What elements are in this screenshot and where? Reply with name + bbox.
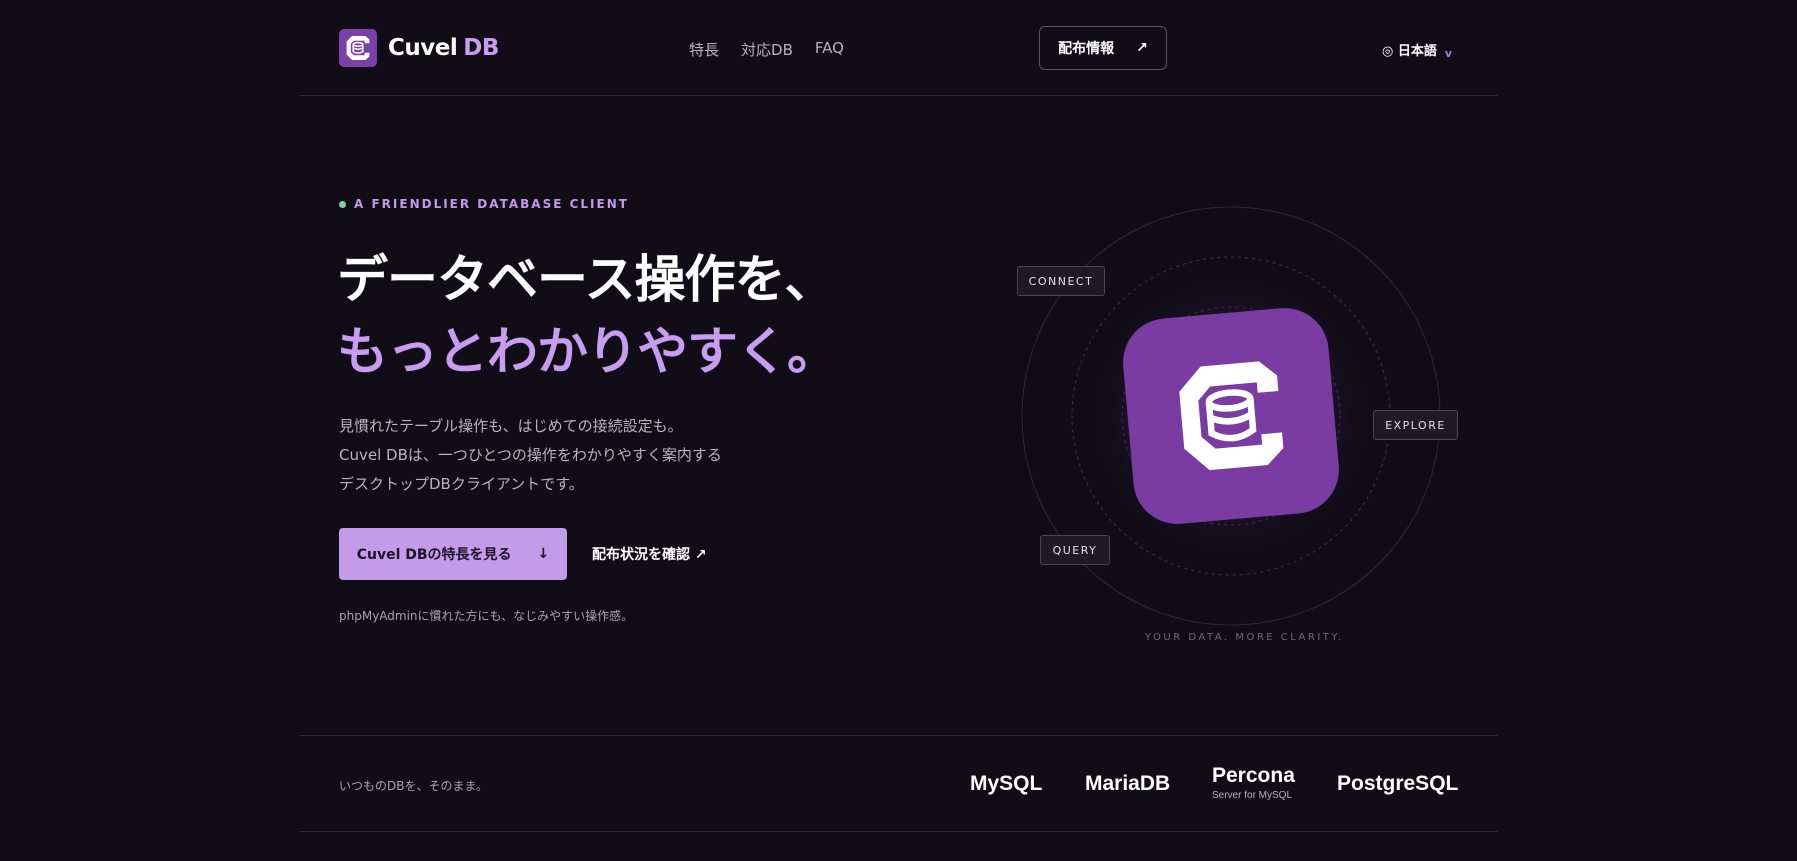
brand-name-part1: Cuvel — [388, 35, 458, 61]
connect-tag: CONNECT — [1017, 266, 1105, 296]
headline-line-1: データベース操作を、 — [337, 251, 835, 310]
brand-logo[interactable]: Cuvel DB — [339, 29, 499, 67]
supported-db-label: いつものDBを、そのまま。 — [339, 779, 488, 793]
db-logo-percona: Percona Server for MySQL — [1212, 764, 1295, 801]
db-logo-postgresql: PostgreSQL — [1337, 772, 1459, 795]
view-features-label: Cuvel DBの特長を見る — [356, 547, 512, 563]
distribution-info-label: 配布情報 — [1058, 41, 1115, 57]
query-tag: QUERY — [1040, 535, 1110, 565]
chevron-down-icon: v — [1444, 47, 1453, 60]
eyebrow-text: A FRIENDLIER DATABASE CLIENT — [354, 197, 629, 211]
db-logo-mysql: MySQL — [970, 772, 1043, 795]
db-logo-mariadb: MariaDB — [1085, 772, 1171, 795]
lead-line-2: Cuvel DBは、一つひとつの操作をわかりやすく案内する — [339, 446, 722, 464]
hero-eyebrow: A FRIENDLIER DATABASE CLIENT — [339, 197, 629, 211]
hero-headline: データベース操作を、 もっとわかりやすく。 — [337, 245, 838, 389]
arrow-down-icon: ↓ — [537, 546, 550, 562]
brand-name-part2: DB — [463, 35, 499, 61]
hero-note: phpMyAdminに慣れた方にも、なじみやすい操作感。 — [339, 609, 634, 623]
external-arrow-icon: ↗ — [1136, 40, 1148, 56]
view-features-button[interactable]: Cuvel DBの特長を見る ↓ — [339, 528, 567, 580]
cuvel-db-logo-icon — [339, 29, 377, 67]
language-label: ◎ 日本語 — [1382, 44, 1437, 59]
lead-line-1: 見慣れたテーブル操作も、はじめての接続設定も。 — [339, 417, 683, 435]
headline-line-2: もっとわかりやすく。 — [337, 323, 838, 382]
language-selector[interactable]: ◎ 日本語 v — [1382, 39, 1452, 60]
distribution-info-button[interactable]: 配布情報 ↗ — [1039, 26, 1167, 70]
status-dot-icon — [339, 200, 346, 208]
hero-lead: 見慣れたテーブル操作も、はじめての接続設定も。 Cuvel DBは、一つひとつの… — [339, 412, 722, 499]
check-distribution-link[interactable]: 配布状況を確認 ↗ — [592, 544, 707, 564]
explore-tag: EXPLORE — [1373, 410, 1458, 440]
nav-item-features[interactable]: 特長 — [689, 39, 719, 60]
illustration-tagline: YOUR DATA. MORE CLARITY. — [1145, 632, 1344, 643]
percona-name: Percona — [1212, 764, 1295, 787]
site-header: Cuvel DB 特長 対応DB FAQ 配布情報 ↗ ◎ 日本語 v — [299, 0, 1498, 96]
supported-db-strip: いつものDBを、そのまま。 MySQL MariaDB Percona Serv… — [299, 735, 1498, 832]
percona-subtitle: Server for MySQL — [1212, 790, 1293, 801]
main-nav: 特長 対応DB FAQ — [689, 39, 844, 60]
app-icon — [1123, 308, 1339, 524]
brand-name: Cuvel DB — [388, 35, 499, 61]
nav-item-faq[interactable]: FAQ — [815, 39, 844, 60]
nav-item-supported-db[interactable]: 対応DB — [741, 39, 793, 60]
lead-line-3: デスクトップDBクライアントです。 — [339, 475, 584, 493]
